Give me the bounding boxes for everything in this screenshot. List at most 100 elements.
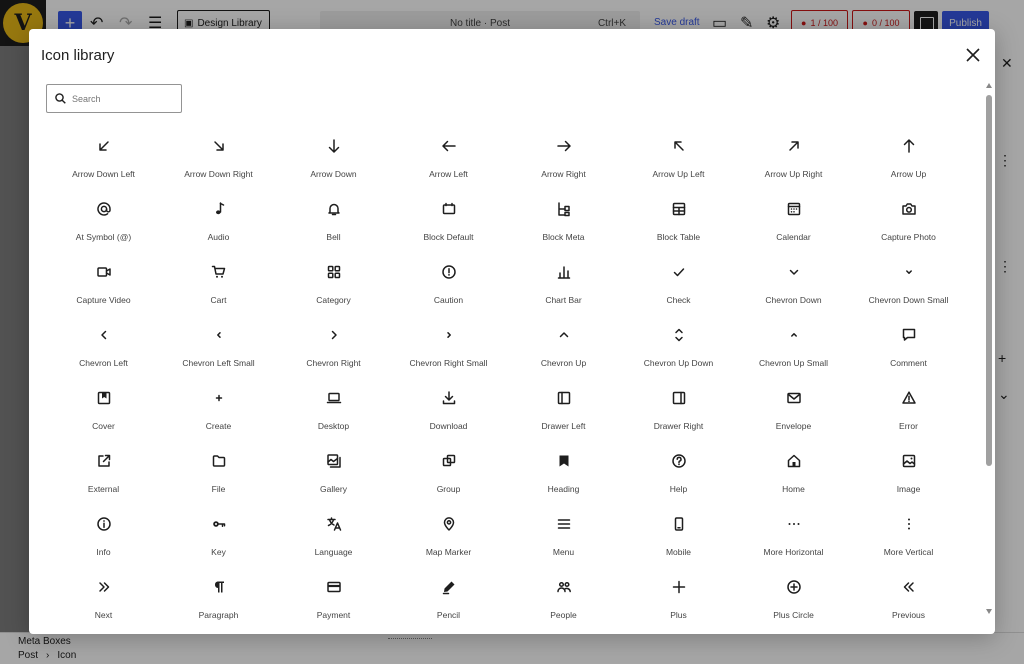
- pencil-icon: [437, 575, 461, 599]
- close-button[interactable]: [961, 43, 985, 67]
- icon-option-label: Create: [205, 421, 232, 431]
- icon-option-check[interactable]: Check: [621, 256, 736, 319]
- icon-option-external[interactable]: External: [46, 445, 161, 508]
- more-vertical-icon: [897, 512, 921, 536]
- icon-option-label: Chevron Left: [79, 358, 128, 368]
- icon-option-drawer-right[interactable]: Drawer Right: [621, 382, 736, 445]
- icon-option-at-symbol[interactable]: At Symbol (@): [46, 193, 161, 256]
- icon-option-arrow-right[interactable]: Arrow Right: [506, 130, 621, 193]
- icon-option-plus-circle[interactable]: Plus Circle: [736, 571, 851, 634]
- icon-option-label: Arrow Up: [890, 169, 927, 179]
- chevron-left-icon: [92, 323, 116, 347]
- arrow-up-left-icon: [667, 134, 691, 158]
- icon-option-plus[interactable]: Plus: [621, 571, 736, 634]
- icon-option-gallery[interactable]: Gallery: [276, 445, 391, 508]
- icon-option-chevron-left[interactable]: Chevron Left: [46, 319, 161, 382]
- icon-option-people[interactable]: People: [506, 571, 621, 634]
- icon-option-more-vertical[interactable]: More Vertical: [851, 508, 966, 571]
- icon-option-group[interactable]: Group: [391, 445, 506, 508]
- icon-option-payment[interactable]: Payment: [276, 571, 391, 634]
- icon-option-label: Audio: [207, 232, 230, 242]
- icon-option-heading[interactable]: Heading: [506, 445, 621, 508]
- icon-option-label: Chevron Up Down: [643, 358, 714, 368]
- plus-circle-icon: [782, 575, 806, 599]
- search-field[interactable]: [46, 84, 182, 113]
- icon-option-chevron-right-small[interactable]: Chevron Right Small: [391, 319, 506, 382]
- icon-option-arrow-down[interactable]: Arrow Down: [276, 130, 391, 193]
- icon-option-label: Menu: [552, 547, 575, 557]
- icon-option-arrow-down-right[interactable]: Arrow Down Right: [161, 130, 276, 193]
- chevron-down-icon: [782, 260, 806, 284]
- icon-option-chevron-right[interactable]: Chevron Right: [276, 319, 391, 382]
- icon-option-arrow-up-left[interactable]: Arrow Up Left: [621, 130, 736, 193]
- icon-option-drawer-left[interactable]: Drawer Left: [506, 382, 621, 445]
- icon-option-paragraph[interactable]: Paragraph: [161, 571, 276, 634]
- icon-option-label: Image: [896, 484, 921, 494]
- icon-option-calendar[interactable]: Calendar: [736, 193, 851, 256]
- icon-option-chevron-up-small[interactable]: Chevron Up Small: [736, 319, 851, 382]
- icon-option-audio[interactable]: Audio: [161, 193, 276, 256]
- icon-option-label: Info: [96, 547, 111, 557]
- icon-option-arrow-down-left[interactable]: Arrow Down Left: [46, 130, 161, 193]
- icon-option-capture-photo[interactable]: Capture Photo: [851, 193, 966, 256]
- scrollbar-thumb[interactable]: [986, 95, 992, 466]
- icon-option-block-meta[interactable]: Block Meta: [506, 193, 621, 256]
- icon-option-map-marker[interactable]: Map Marker: [391, 508, 506, 571]
- icon-option-label: Cart: [210, 295, 227, 305]
- icon-option-block-default[interactable]: Block Default: [391, 193, 506, 256]
- icon-option-key[interactable]: Key: [161, 508, 276, 571]
- create-icon: [207, 386, 231, 410]
- icon-option-chevron-up[interactable]: Chevron Up: [506, 319, 621, 382]
- icon-option-info[interactable]: Info: [46, 508, 161, 571]
- icon-option-label: Block Meta: [542, 232, 585, 242]
- icon-option-download[interactable]: Download: [391, 382, 506, 445]
- icon-option-error[interactable]: Error: [851, 382, 966, 445]
- arrow-down-left-icon: [92, 134, 116, 158]
- icon-option-chevron-down[interactable]: Chevron Down: [736, 256, 851, 319]
- icon-option-more-horizontal[interactable]: More Horizontal: [736, 508, 851, 571]
- scroll-down-arrow[interactable]: [986, 609, 992, 614]
- more-horizontal-icon: [782, 512, 806, 536]
- icon-option-chevron-up-down[interactable]: Chevron Up Down: [621, 319, 736, 382]
- icon-option-menu[interactable]: Menu: [506, 508, 621, 571]
- icon-option-desktop[interactable]: Desktop: [276, 382, 391, 445]
- icon-option-language[interactable]: Language: [276, 508, 391, 571]
- icon-option-comment[interactable]: Comment: [851, 319, 966, 382]
- icon-option-arrow-up-right[interactable]: Arrow Up Right: [736, 130, 851, 193]
- icon-option-cover[interactable]: Cover: [46, 382, 161, 445]
- icon-option-label: Capture Photo: [881, 232, 936, 242]
- icon-option-bell[interactable]: Bell: [276, 193, 391, 256]
- icon-option-category[interactable]: Category: [276, 256, 391, 319]
- icon-option-home[interactable]: Home: [736, 445, 851, 508]
- icon-option-chart-bar[interactable]: Chart Bar: [506, 256, 621, 319]
- icon-option-label: Arrow Down Left: [72, 169, 135, 179]
- icon-option-envelope[interactable]: Envelope: [736, 382, 851, 445]
- icon-option-capture-video[interactable]: Capture Video: [46, 256, 161, 319]
- icon-option-image[interactable]: Image: [851, 445, 966, 508]
- icon-option-create[interactable]: Create: [161, 382, 276, 445]
- icon-option-caution[interactable]: Caution: [391, 256, 506, 319]
- icon-option-previous[interactable]: Previous: [851, 571, 966, 634]
- icon-option-chevron-down-small[interactable]: Chevron Down Small: [851, 256, 966, 319]
- drawer-right-icon: [667, 386, 691, 410]
- icon-option-arrow-up[interactable]: Arrow Up: [851, 130, 966, 193]
- icon-option-label: Error: [899, 421, 918, 431]
- icon-option-label: More Vertical: [883, 547, 934, 557]
- icon-grid: Arrow Down Left Arrow Down Right Arrow Dow…: [46, 130, 966, 634]
- icon-option-cart[interactable]: Cart: [161, 256, 276, 319]
- icon-option-file[interactable]: File: [161, 445, 276, 508]
- search-input[interactable]: [72, 93, 172, 104]
- icon-option-block-table[interactable]: Block Table: [621, 193, 736, 256]
- icon-option-label: Download: [429, 421, 468, 431]
- icon-option-arrow-left[interactable]: Arrow Left: [391, 130, 506, 193]
- icon-option-chevron-left-small[interactable]: Chevron Left Small: [161, 319, 276, 382]
- comment-icon: [897, 323, 921, 347]
- map-marker-icon: [437, 512, 461, 536]
- icon-option-label: Arrow Up Right: [764, 169, 823, 179]
- icon-option-mobile[interactable]: Mobile: [621, 508, 736, 571]
- icon-option-help[interactable]: Help: [621, 445, 736, 508]
- next-icon: [92, 575, 116, 599]
- scroll-up-arrow[interactable]: [986, 83, 992, 88]
- icon-option-pencil[interactable]: Pencil: [391, 571, 506, 634]
- icon-option-next[interactable]: Next: [46, 571, 161, 634]
